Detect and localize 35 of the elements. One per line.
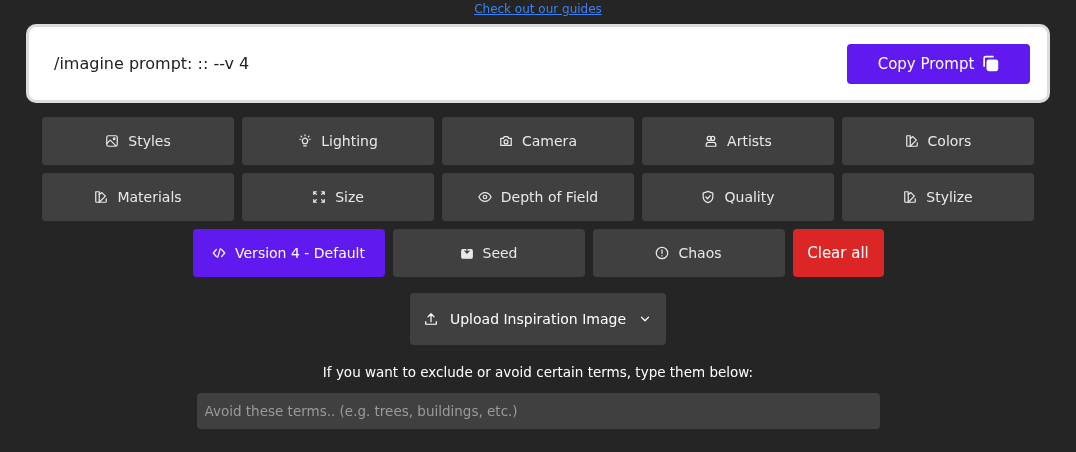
palette-icon — [903, 190, 918, 204]
clear-all-button[interactable]: Clear all — [792, 229, 884, 277]
option-button[interactable]: Camera — [442, 117, 634, 165]
option-button[interactable]: Styles — [42, 117, 234, 165]
exclude-terms-field[interactable]: Avoid these terms.. (e.g. trees, buildings, etc.) — [196, 393, 880, 429]
copy-prompt-button[interactable]: Copy Prompt — [847, 43, 1030, 84]
palette-icon — [94, 190, 109, 204]
option-button[interactable]: Version 4 - Default — [192, 229, 385, 277]
exclamation-circle-icon — [655, 246, 670, 260]
guides-link[interactable]: Check out our guides — [474, 2, 602, 16]
shield-check-icon — [701, 190, 716, 204]
option-button[interactable]: Seed — [392, 229, 585, 277]
copy-icon — [982, 55, 1000, 72]
camera-icon — [499, 134, 513, 148]
expand-icon — [312, 190, 327, 204]
people-icon — [704, 134, 719, 148]
exclude-hint: If you want to exclude or avoid certain terms, type them below: — [322, 364, 754, 380]
option-button[interactable]: Size — [242, 173, 434, 221]
download-box-icon — [459, 246, 474, 260]
lightbulb-icon — [298, 134, 313, 148]
upload-image-button[interactable]: Upload Inspiration Image — [410, 293, 666, 345]
eye-icon — [477, 190, 492, 204]
option-button[interactable]: Chaos — [592, 229, 785, 277]
option-button[interactable]: Stylize — [842, 173, 1034, 221]
option-button[interactable]: Depth of Field — [442, 173, 634, 221]
option-button[interactable]: Colors — [842, 117, 1034, 165]
image-icon — [105, 134, 120, 148]
option-button[interactable]: Lighting — [242, 117, 434, 165]
option-button[interactable]: Quality — [642, 173, 834, 221]
prompt-text: /imagine prompt: :: --v 4 — [54, 54, 250, 73]
option-button[interactable]: Artists — [642, 117, 834, 165]
code-icon — [212, 246, 226, 260]
option-button[interactable]: Materials — [42, 173, 234, 221]
upload-icon — [424, 312, 438, 326]
palette-icon — [904, 134, 919, 148]
